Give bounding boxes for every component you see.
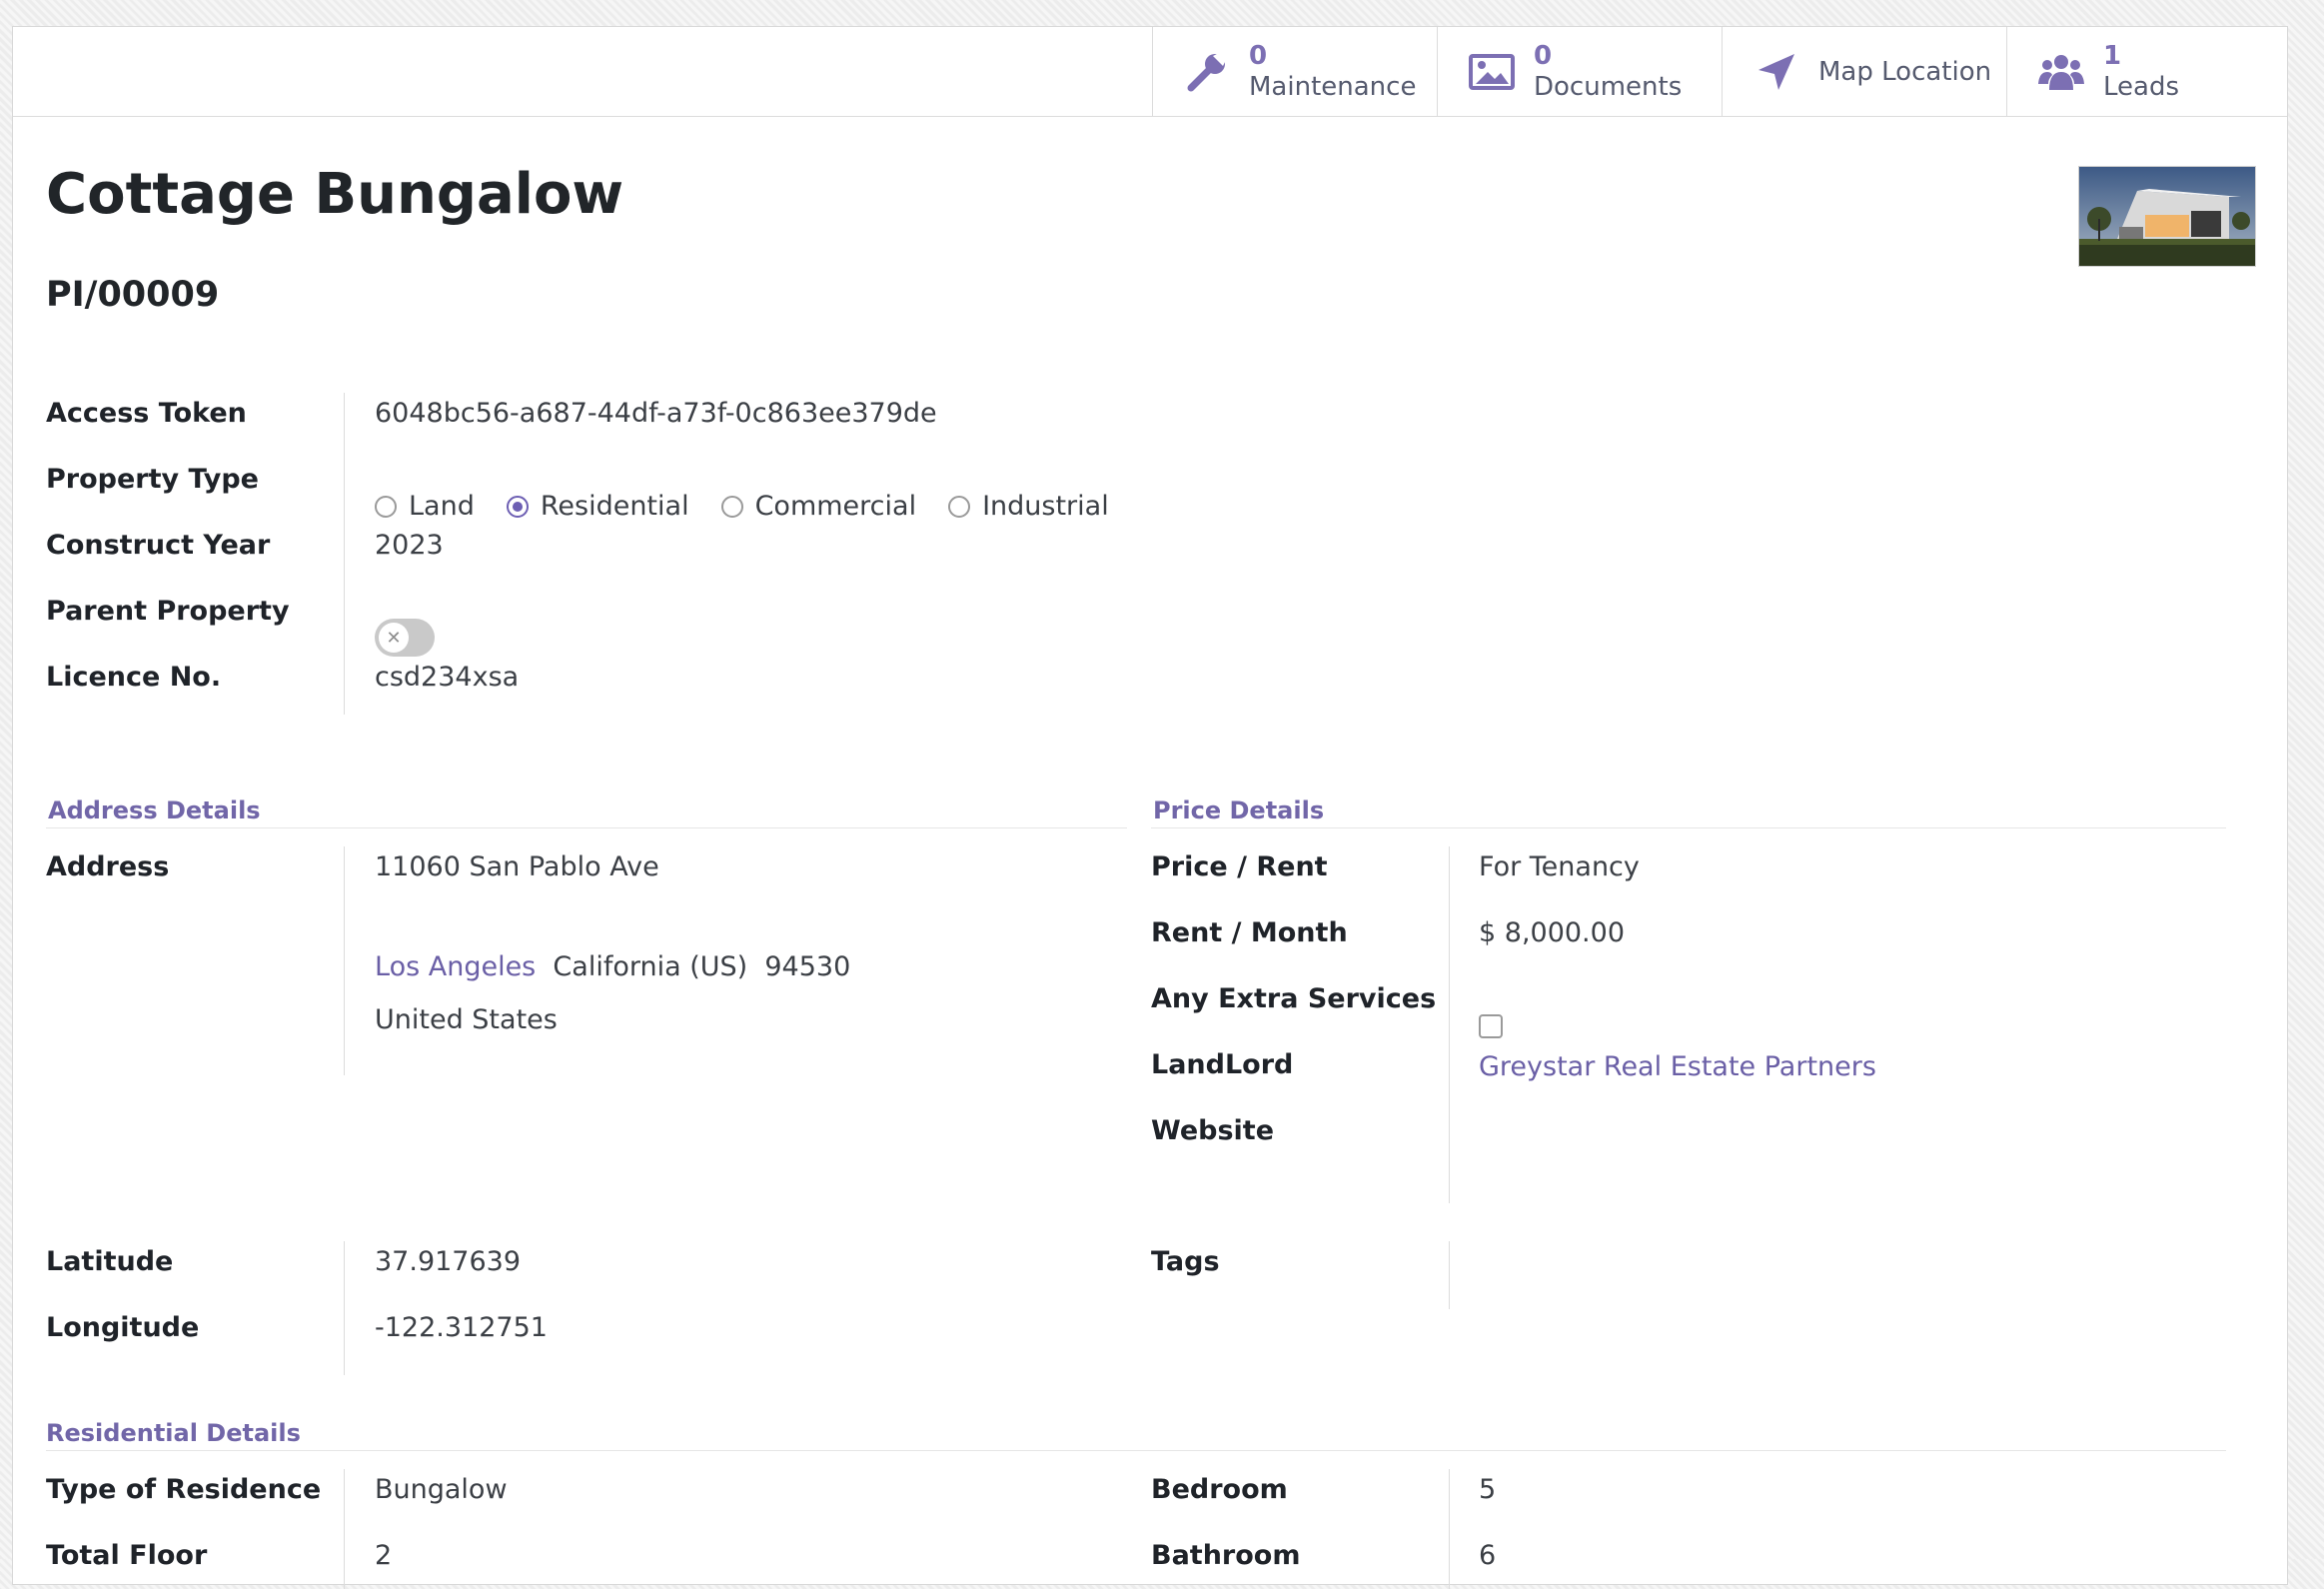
smart-button-box: 0 Maintenance 0 Documents Map Location 1… bbox=[13, 27, 2287, 117]
latitude-value[interactable]: 37.917639 bbox=[375, 1246, 521, 1277]
licence-label: Licence No. bbox=[46, 662, 222, 693]
general-separator bbox=[344, 393, 345, 715]
bathroom-label: Bathroom bbox=[1151, 1540, 1301, 1571]
leads-count: 1 bbox=[2103, 40, 2122, 71]
location-arrow-icon bbox=[1758, 53, 1794, 90]
construct-year-label: Construct Year bbox=[46, 530, 271, 561]
property-type-radio-group: Land Residential Commercial Industrial bbox=[375, 491, 1141, 522]
address-separator bbox=[344, 846, 345, 1075]
radio-circle-selected[interactable] bbox=[506, 495, 529, 518]
property-image[interactable] bbox=[2078, 166, 2256, 267]
record-title[interactable]: Cottage Bungalow bbox=[46, 162, 623, 227]
image-icon bbox=[1469, 53, 1515, 90]
maintenance-label: Maintenance bbox=[1249, 71, 1417, 102]
extra-services-checkbox[interactable] bbox=[1479, 1014, 1503, 1038]
bathroom-value[interactable]: 6 bbox=[1479, 1540, 1496, 1571]
total-floor-label: Total Floor bbox=[46, 1540, 208, 1571]
documents-button[interactable]: 0 Documents bbox=[1437, 27, 1722, 116]
address-city[interactable]: Los Angeles bbox=[375, 951, 536, 982]
price-section-divider bbox=[1151, 827, 2226, 828]
record-reference: PI/00009 bbox=[46, 275, 220, 315]
longitude-value[interactable]: -122.312751 bbox=[375, 1312, 548, 1343]
price-separator bbox=[1449, 846, 1450, 1203]
radio-circle[interactable] bbox=[720, 495, 743, 518]
address-state[interactable]: California (US) bbox=[553, 951, 747, 982]
address-label: Address bbox=[46, 851, 170, 882]
property-type-industrial[interactable]: Industrial bbox=[948, 491, 1109, 522]
leads-button[interactable]: 1 Leads bbox=[2006, 27, 2291, 116]
price-rent-value[interactable]: For Tenancy bbox=[1479, 851, 1640, 882]
bedroom-label: Bedroom bbox=[1151, 1474, 1288, 1505]
documents-label: Documents bbox=[1534, 71, 1683, 102]
address-country[interactable]: United States bbox=[375, 1004, 558, 1035]
radio-circle[interactable] bbox=[375, 495, 397, 518]
residential-section-divider bbox=[46, 1450, 2226, 1451]
residential-separator-right bbox=[1449, 1469, 1450, 1589]
address-details-heading: Address Details bbox=[48, 796, 261, 824]
coordinates-separator bbox=[344, 1241, 345, 1375]
rent-month-value[interactable]: $ 8,000.00 bbox=[1479, 917, 1625, 948]
residential-separator-left bbox=[344, 1469, 345, 1589]
property-photo bbox=[2079, 167, 2255, 266]
price-details-heading: Price Details bbox=[1153, 796, 1325, 824]
residential-details-heading: Residential Details bbox=[46, 1419, 301, 1447]
map-location-label: Map Location bbox=[1818, 56, 1992, 87]
property-type-residential[interactable]: Residential bbox=[506, 491, 689, 522]
longitude-label: Longitude bbox=[46, 1312, 200, 1343]
property-type-label: Property Type bbox=[46, 464, 259, 495]
leads-label: Leads bbox=[2103, 71, 2180, 102]
form-sheet: 0 Maintenance 0 Documents Map Location 1… bbox=[12, 26, 2288, 1589]
maintenance-button[interactable]: 0 Maintenance bbox=[1152, 27, 1437, 116]
rent-month-label: Rent / Month bbox=[1151, 917, 1348, 948]
licence-value[interactable]: csd234xsa bbox=[375, 662, 519, 693]
tags-separator bbox=[1449, 1241, 1450, 1309]
landlord-link[interactable]: Greystar Real Estate Partners bbox=[1479, 1051, 1876, 1082]
address-zip[interactable]: 94530 bbox=[764, 951, 850, 982]
website-label: Website bbox=[1151, 1115, 1275, 1146]
radio-label: Residential bbox=[540, 491, 689, 522]
bedroom-value[interactable]: 5 bbox=[1479, 1474, 1496, 1505]
maintenance-count: 0 bbox=[1249, 40, 1268, 71]
address-street[interactable]: 11060 San Pablo Ave bbox=[375, 851, 659, 882]
toggle-off-icon: ✕ bbox=[379, 623, 409, 653]
construct-year-value[interactable]: 2023 bbox=[375, 530, 444, 561]
property-type-commercial[interactable]: Commercial bbox=[720, 491, 917, 522]
type-of-residence-label: Type of Residence bbox=[46, 1474, 322, 1505]
radio-label: Industrial bbox=[982, 491, 1109, 522]
users-icon bbox=[2038, 54, 2084, 90]
type-of-residence-value[interactable]: Bungalow bbox=[375, 1474, 508, 1505]
tags-input[interactable] bbox=[1479, 1246, 2078, 1280]
radio-label: Commercial bbox=[754, 491, 917, 522]
total-floor-value[interactable]: 2 bbox=[375, 1540, 392, 1571]
property-type-land[interactable]: Land bbox=[375, 491, 475, 522]
address-section-divider bbox=[46, 827, 1127, 828]
landlord-label: LandLord bbox=[1151, 1049, 1294, 1080]
wrench-icon bbox=[1187, 51, 1227, 91]
access-token-value: 6048bc56-a687-44df-a73f-0c863ee379de bbox=[375, 398, 937, 429]
tags-label: Tags bbox=[1151, 1246, 1220, 1277]
documents-count: 0 bbox=[1534, 40, 1553, 71]
address-city-line: Los Angeles California (US) 94530 bbox=[375, 951, 850, 982]
price-rent-label: Price / Rent bbox=[1151, 851, 1328, 882]
radio-circle[interactable] bbox=[948, 495, 971, 518]
website-value[interactable] bbox=[1479, 1115, 2078, 1149]
radio-label: Land bbox=[409, 491, 475, 522]
map-location-button[interactable]: Map Location bbox=[1722, 27, 2006, 116]
parent-property-label: Parent Property bbox=[46, 596, 290, 627]
access-token-label: Access Token bbox=[46, 398, 247, 429]
parent-property-toggle[interactable]: ✕ bbox=[375, 619, 435, 657]
extra-services-label: Any Extra Services bbox=[1151, 983, 1437, 1014]
latitude-label: Latitude bbox=[46, 1246, 174, 1277]
